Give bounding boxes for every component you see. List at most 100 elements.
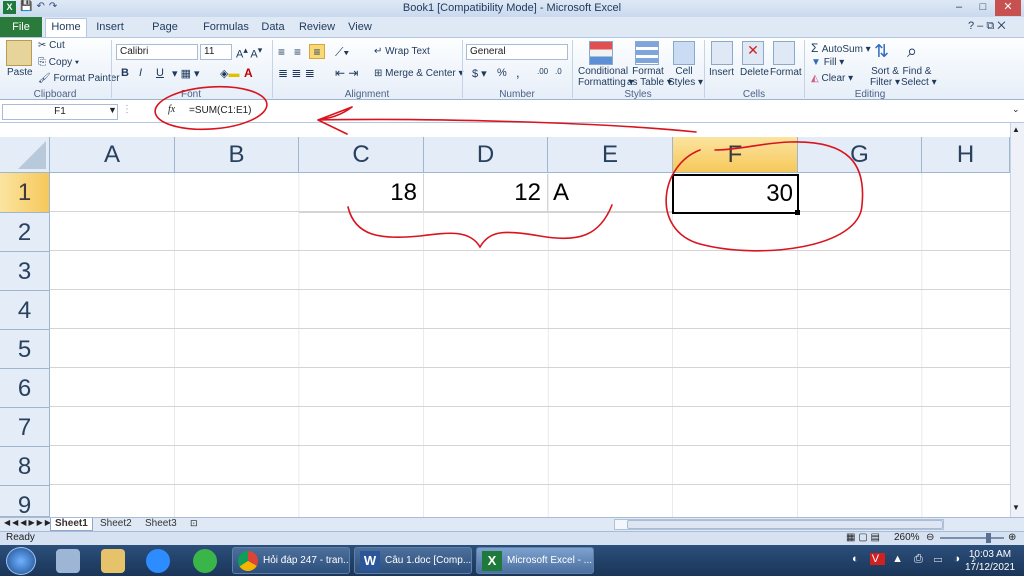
sheet-tab-1[interactable]: Sheet1 [50, 518, 93, 531]
paste-button[interactable]: Paste [7, 67, 33, 78]
fill-color-icon[interactable]: ◈▬ [220, 67, 239, 80]
folder-icon[interactable] [101, 549, 125, 573]
row-header-6[interactable]: 6 [0, 369, 50, 408]
indent-icon[interactable]: ⇤ ⇥ [335, 66, 358, 80]
font-color-icon[interactable]: A [244, 66, 253, 80]
decrease-decimal-button[interactable]: .0 [555, 67, 562, 76]
column-header-e[interactable]: E [548, 137, 673, 173]
start-button[interactable] [6, 547, 36, 575]
cut-button[interactable]: ✂ Cut [38, 40, 65, 51]
increase-decimal-button[interactable]: .00 [537, 67, 548, 76]
column-header-b[interactable]: B [175, 137, 299, 173]
row-header-9[interactable]: 9 [0, 486, 50, 519]
tab-review[interactable]: Review [298, 19, 336, 37]
borders-icon[interactable]: ▾ ▦ ▾ [172, 67, 200, 80]
format-painter-button[interactable]: 🖌 Format Painter [38, 73, 120, 84]
grow-font-icon[interactable]: A▴ A▾ [236, 45, 262, 61]
cell-styles-button[interactable]: Cell Styles ▾ [668, 66, 703, 88]
cell-f1[interactable]: 30 [672, 174, 799, 214]
font-name-combo[interactable]: Calibri [116, 44, 198, 60]
name-box[interactable]: F1 [2, 104, 118, 120]
orientation-icon[interactable]: ⟋▾ [335, 45, 349, 60]
align-top-icon[interactable]: ≡ [278, 45, 285, 59]
font-size-combo[interactable]: 11 [200, 44, 232, 60]
zoom-out-icon[interactable]: ⊖ [926, 532, 934, 543]
format-as-table-button[interactable]: Format as Table ▾ [627, 66, 672, 88]
conditional-formatting-icon[interactable] [589, 41, 613, 65]
format-cells-button[interactable]: Format [770, 67, 802, 78]
number-format-combo[interactable]: General [466, 44, 568, 60]
tab-file[interactable]: File [0, 17, 42, 37]
scroll-up-icon[interactable]: ▲ [1012, 125, 1020, 134]
vertical-scrollbar[interactable]: ▲ ▼ [1010, 123, 1024, 517]
help-icon[interactable]: ? – ⧉ ✕ [968, 20, 1006, 33]
sort-filter-button[interactable]: Sort & Filter ▾ [869, 66, 901, 88]
conditional-formatting-button[interactable]: Conditional Formatting ▾ [578, 66, 634, 88]
fill-button[interactable]: ▼ Fill ▾ [811, 57, 844, 68]
paste-icon[interactable] [6, 40, 32, 66]
clear-button[interactable]: ◭ Clear ▾ [811, 73, 853, 84]
calculator-icon[interactable] [56, 549, 80, 573]
find-select-button[interactable]: Find & Select ▾ [901, 66, 937, 88]
clock-time[interactable]: 10:03 AM [960, 549, 1020, 560]
row-header-1[interactable]: 1 [0, 173, 50, 213]
cell-d1[interactable]: 12 [424, 174, 548, 213]
insert-cells-button[interactable]: Insert [709, 67, 734, 78]
name-box-dropdown-icon[interactable]: ▼ [108, 105, 117, 115]
row-header-8[interactable]: 8 [0, 447, 50, 486]
merge-center-button[interactable]: ⊞ Merge & Center ▾ [374, 68, 464, 79]
sheet-nav-icon[interactable]: ◀◀◀▶▶▶ [4, 518, 53, 527]
zoom-slider-thumb[interactable] [986, 533, 991, 543]
tab-formulas[interactable]: Formulas [203, 19, 249, 37]
copy-button[interactable]: ⎘ Copy ▾ [38, 57, 79, 68]
wrap-text-button[interactable]: ↵ Wrap Text [374, 46, 430, 57]
comma-button[interactable]: , [516, 65, 520, 80]
clock-date[interactable]: 17/12/2021 [960, 562, 1020, 573]
tab-page-layout[interactable]: Page Layout [136, 19, 194, 50]
delete-cells-button[interactable]: Delete [740, 67, 769, 78]
align-left-icon[interactable]: ≣ ≣ ≣ [278, 66, 315, 80]
row-header-4[interactable]: 4 [0, 291, 50, 330]
scroll-down-icon[interactable]: ▼ [1012, 503, 1020, 512]
column-header-d[interactable]: D [424, 137, 548, 173]
fill-handle[interactable] [795, 210, 800, 215]
select-all-button[interactable] [0, 137, 50, 173]
tab-insert[interactable]: Insert [92, 19, 128, 37]
horizontal-scroll-thumb[interactable] [627, 520, 943, 529]
underline-button[interactable]: U [156, 67, 164, 79]
row-header-2[interactable]: 2 [0, 213, 50, 252]
align-bottom-icon[interactable]: ≡ [309, 44, 325, 59]
insert-cells-icon[interactable] [711, 41, 733, 65]
tab-data[interactable]: Data [258, 19, 288, 37]
row-header-3[interactable]: 3 [0, 252, 50, 291]
new-sheet-icon[interactable]: ⊡ [190, 518, 198, 529]
format-cells-icon[interactable] [773, 41, 795, 65]
zoom-in-icon[interactable]: ⊕ [1008, 532, 1016, 543]
bold-button[interactable]: B [121, 67, 129, 79]
italic-button[interactable]: I [139, 67, 142, 79]
column-header-h[interactable]: H [922, 137, 1010, 173]
zoom-level[interactable]: 260% [894, 532, 920, 543]
tab-view[interactable]: View [345, 19, 375, 37]
delete-cells-icon[interactable]: ✕ [742, 41, 764, 65]
zoom-slider[interactable] [940, 537, 1004, 539]
cell-c1[interactable]: 18 [299, 174, 424, 213]
autosum-button[interactable]: Σ AutoSum ▾ [811, 41, 871, 55]
sheet-tab-3[interactable]: Sheet3 [141, 518, 181, 531]
view-buttons-icon[interactable]: ▦ ▢ ▤ [846, 532, 880, 543]
expand-formula-bar-icon[interactable]: ⌄ [1012, 104, 1020, 115]
minimize-button[interactable]: – [946, 0, 972, 16]
row-header-7[interactable]: 7 [0, 408, 50, 447]
percent-button[interactable]: % [497, 67, 507, 79]
align-middle-icon[interactable]: ≡ [294, 45, 301, 59]
format-table-icon[interactable] [635, 41, 659, 65]
sheet-tab-2[interactable]: Sheet2 [96, 518, 136, 531]
zoom-app-icon[interactable] [146, 549, 170, 573]
column-header-f[interactable]: F [673, 137, 798, 173]
evernote-icon[interactable] [193, 549, 217, 573]
column-header-c[interactable]: C [299, 137, 424, 173]
binoculars-icon[interactable]: ⌕ [907, 41, 917, 62]
cell-e1[interactable]: A [548, 174, 673, 213]
column-header-g[interactable]: G [798, 137, 922, 173]
sort-filter-icon[interactable]: ⇅ [874, 41, 889, 62]
